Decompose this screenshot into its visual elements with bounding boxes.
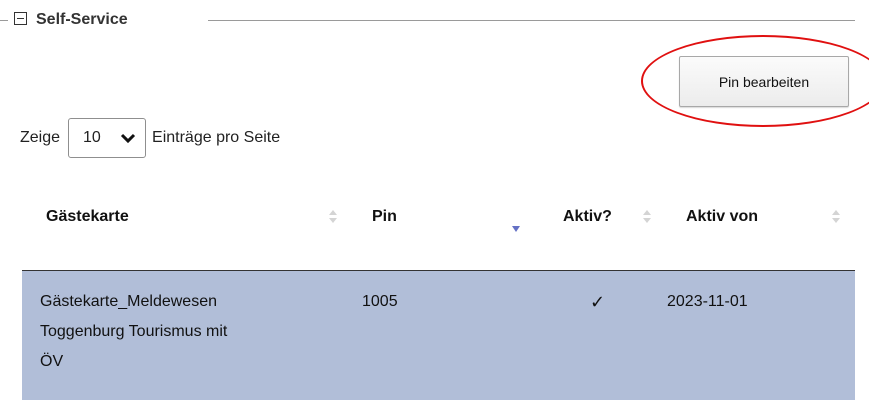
chevron-down-icon [120,133,136,144]
entries-per-page-select[interactable]: 10 [68,118,147,158]
edit-pin-button[interactable]: Pin bearbeiten [679,56,849,107]
collapse-icon[interactable] [14,12,27,25]
card-name-line: ÖV [40,353,64,370]
cell-pin: 1005 [362,293,398,310]
card-name-line: Gästekarte_Meldewesen [40,293,217,310]
column-header-gaestekarte[interactable]: Gästekarte [46,208,129,226]
length-suffix-label: Einträge pro Seite [152,129,281,146]
sort-icon[interactable] [328,210,338,224]
column-header-aktiv[interactable]: Aktiv? [563,208,612,226]
cell-gaestekarte: Gästekarte_Meldewesen Toggenburg Tourism… [40,287,330,377]
column-header-aktiv-von[interactable]: Aktiv von [686,208,758,226]
sort-descending-icon[interactable] [512,226,520,232]
table-row-selected[interactable]: Gästekarte_Meldewesen Toggenburg Tourism… [22,271,855,400]
sort-icon[interactable] [642,210,652,224]
cell-aktiv-von: 2023-11-01 [667,293,748,310]
length-prefix-label: Zeige [20,129,61,146]
column-header-pin[interactable]: Pin [372,208,397,226]
fieldset-border-left [0,20,8,21]
fieldset-title: Self-Service [36,11,128,28]
card-name-line: Toggenburg Tourismus mit [40,323,228,340]
checkmark-icon: ✓ [590,292,606,312]
entries-per-page-value: 10 [83,129,101,146]
sort-icon[interactable] [831,210,841,224]
page-length-control: Zeige 10 Einträge pro Seite [20,116,280,160]
fieldset-border-right [208,20,855,21]
